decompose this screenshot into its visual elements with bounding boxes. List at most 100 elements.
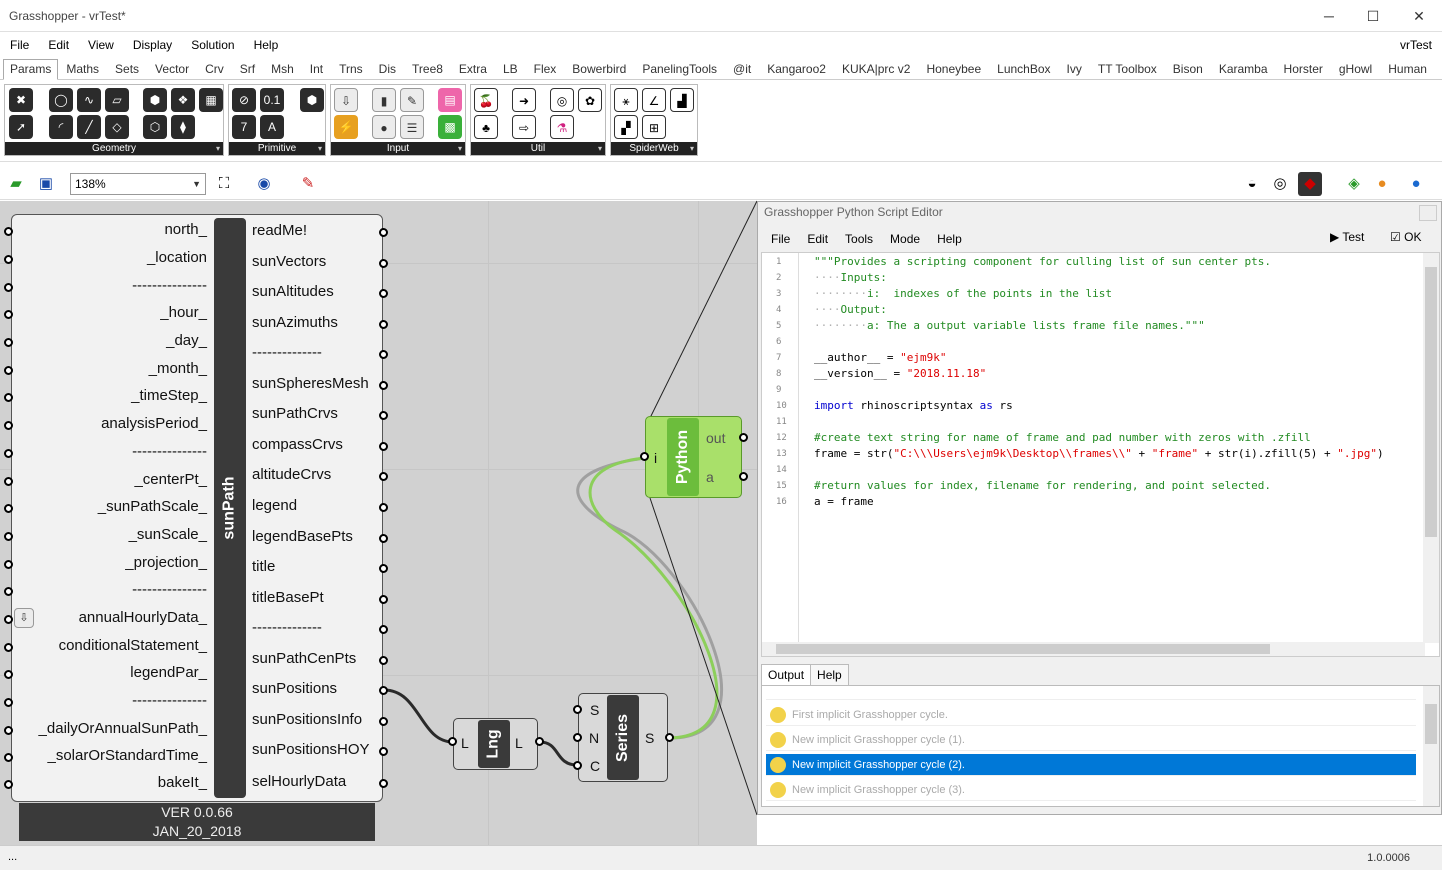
spiderweb-network-icon[interactable]: ⊞ <box>642 115 666 139</box>
point-param-icon[interactable]: ✖ <box>9 88 33 112</box>
sunpath-input-grip-12[interactable] <box>4 560 13 569</box>
sunpath-input-grip-1[interactable] <box>4 255 13 264</box>
zoom-select[interactable]: 138% ▼ <box>70 173 206 195</box>
value-list-icon[interactable]: ☰ <box>400 115 424 139</box>
menu-display[interactable]: Display <box>123 38 181 52</box>
spiderweb-pattern-icon[interactable]: ▞ <box>614 115 638 139</box>
code-area[interactable]: 1 2 3 4 5 6 7 8 9 10 11 12 13 14 15 16 """Provides a sc… <box>761 252 1440 657</box>
maximize-button[interactable]: ☐ <box>1350 0 1396 32</box>
box-param-icon[interactable]: ◇ <box>105 115 129 139</box>
output-row[interactable]: First implicit Grasshopper cycle. <box>766 704 1416 726</box>
editor-menu-mode[interactable]: Mode <box>877 232 920 246</box>
sunpath-output-grip-17[interactable] <box>379 747 388 756</box>
curve-param-icon[interactable]: ∿ <box>77 88 101 112</box>
output-row[interactable]: New implicit Grasshopper cycle (3). <box>766 779 1416 801</box>
tab-msh[interactable]: Msh <box>263 62 302 79</box>
number-param-icon[interactable]: 0.1 <box>260 88 284 112</box>
line-param-icon[interactable]: ╱ <box>77 115 101 139</box>
sunpath-output-grip-7[interactable] <box>379 442 388 451</box>
document-name[interactable]: vrTest <box>1400 38 1432 52</box>
tree-icon[interactable]: ♣ <box>474 115 498 139</box>
boolean-param-icon[interactable]: ⊘ <box>232 88 256 112</box>
cluster-icon[interactable]: ✿ <box>578 88 602 112</box>
output-scrollbar[interactable] <box>1423 686 1439 806</box>
sunpath-output-grip-2[interactable] <box>379 289 388 298</box>
editor-close-button[interactable] <box>1419 205 1437 221</box>
sunpath-input-grip-20[interactable] <box>4 780 13 789</box>
preview-eye-icon[interactable]: ◉ <box>252 172 276 196</box>
sunpath-input-grip-3[interactable] <box>4 310 13 319</box>
sunpath-output-grip-15[interactable] <box>379 686 388 695</box>
save-file-icon[interactable]: ▣ <box>34 172 58 196</box>
sunpath-output-grip-8[interactable] <box>379 472 388 481</box>
arc-param-icon[interactable]: ◜ <box>49 115 73 139</box>
panel-label-primitive[interactable]: Primitive ▾ <box>229 142 325 155</box>
python-input-grip[interactable] <box>640 452 649 461</box>
sunpath-input-grip-13[interactable] <box>4 587 13 596</box>
tab-ivy[interactable]: Ivy <box>1059 62 1090 79</box>
tab-kuka-prc-v2[interactable]: KUKA|prc v2 <box>834 62 918 79</box>
gradient-icon[interactable]: ▤ <box>438 88 462 112</box>
sunpath-input-grip-9[interactable] <box>4 477 13 486</box>
tab-flex[interactable]: Flex <box>526 62 565 79</box>
geometry-cache-icon[interactable]: ▦ <box>199 88 223 112</box>
tab-kangaroo2[interactable]: Kangaroo2 <box>759 62 834 79</box>
tab-lunchbox[interactable]: LunchBox <box>989 62 1058 79</box>
tab-srf[interactable]: Srf <box>232 62 263 79</box>
menu-solution[interactable]: Solution <box>181 38 243 52</box>
sunpath-input-grip-11[interactable] <box>4 532 13 541</box>
twisted-box-param-icon[interactable]: ⧫ <box>171 115 195 139</box>
sunpath-input-grip-8[interactable] <box>4 449 13 458</box>
series-s-grip[interactable] <box>573 705 582 714</box>
sunpath-output-grip-11[interactable] <box>379 564 388 573</box>
sunpath-input-grip-17[interactable] <box>4 698 13 707</box>
cherry-picker-icon[interactable]: 🍒 <box>474 88 498 112</box>
tab-extra[interactable]: Extra <box>451 62 495 79</box>
arrow-outline-icon[interactable]: ⇨ <box>512 115 536 139</box>
tab-ghowl[interactable]: gHowl <box>1331 62 1380 79</box>
sunpath-output-grip-14[interactable] <box>379 656 388 665</box>
series-c-grip[interactable] <box>573 761 582 770</box>
sunpath-input-grip-4[interactable] <box>4 338 13 347</box>
open-file-icon[interactable]: ▰ <box>4 172 28 196</box>
sunpath-output-grip-3[interactable] <box>379 320 388 329</box>
tab-horster[interactable]: Horster <box>1276 62 1331 79</box>
tab-v-ray[interactable]: V-Ray <box>1435 62 1442 79</box>
output-row[interactable]: New implicit Grasshopper cycle (2). <box>766 754 1416 776</box>
material-ball-icon[interactable]: ● <box>1370 172 1394 196</box>
sunpath-output-grip-6[interactable] <box>379 411 388 420</box>
sunpath-input-grip-19[interactable] <box>4 753 13 762</box>
panel-label-geometry[interactable]: Geometry ▾ <box>5 142 223 155</box>
tab-int[interactable]: Int <box>302 62 331 79</box>
series-output-grip[interactable] <box>665 733 674 742</box>
download-arrow-icon[interactable]: ⇩ <box>14 608 34 628</box>
number-slider-icon[interactable]: ⇩ <box>334 88 358 112</box>
tab-bowerbird[interactable]: Bowerbird <box>564 62 634 79</box>
zoom-extents-icon[interactable]: ⛶ <box>212 172 236 196</box>
code-horizontal-scrollbar[interactable] <box>762 642 1425 656</box>
output-scroll-thumb[interactable] <box>1425 704 1437 744</box>
code-vertical-scroll-thumb[interactable] <box>1425 267 1437 537</box>
sunpath-input-grip-10[interactable] <box>4 504 13 513</box>
integer-7-param-icon[interactable]: 7 <box>232 115 256 139</box>
sunpath-input-grip-6[interactable] <box>4 393 13 402</box>
editor-menu-file[interactable]: File <box>758 232 790 246</box>
circle-param-icon[interactable]: ◯ <box>49 88 73 112</box>
sunpath-output-grip-10[interactable] <box>379 534 388 543</box>
sunpath-input-grip-14[interactable] <box>4 615 13 624</box>
sunpath-input-grip-15[interactable] <box>4 643 13 652</box>
tab-output[interactable]: Output <box>761 664 812 686</box>
editor-menu-help[interactable]: Help <box>924 232 962 246</box>
minimize-button[interactable]: ─ <box>1306 0 1352 32</box>
spiderweb-stairs-icon[interactable]: ▟ <box>670 88 694 112</box>
tab-tt-toolbox[interactable]: TT Toolbox <box>1090 62 1165 79</box>
editor-menu-edit[interactable]: Edit <box>794 232 828 246</box>
panel-label-input[interactable]: Input ▾ <box>331 142 465 155</box>
sunpath-output-grip-9[interactable] <box>379 503 388 512</box>
series-n-grip[interactable] <box>573 733 582 742</box>
graph-mapper-icon[interactable]: ⚡ <box>334 115 358 139</box>
menu-edit[interactable]: Edit <box>38 38 78 52</box>
lng-input-grip[interactable] <box>448 737 457 746</box>
spiderweb-graph-icon[interactable]: ⚹ <box>614 88 638 112</box>
sunpath-input-grip-5[interactable] <box>4 366 13 375</box>
